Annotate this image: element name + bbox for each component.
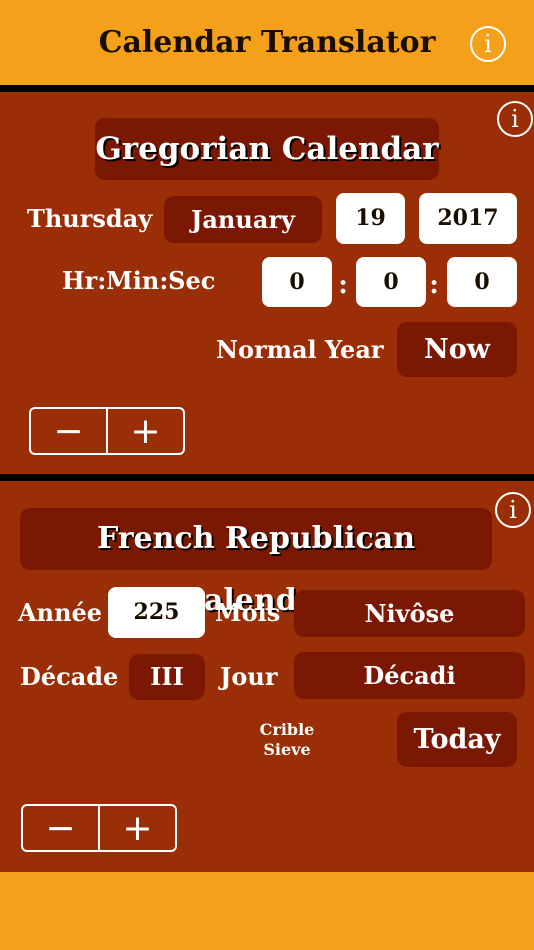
mois-label: Mois (215, 598, 281, 627)
decrement-button[interactable]: − (31, 409, 106, 453)
app-title: Calendar Translator (98, 25, 436, 60)
gregorian-stepper: − + (29, 407, 185, 455)
time-separator: : (338, 270, 348, 300)
today-button[interactable]: Today (397, 712, 517, 767)
decade-label: Décade (20, 662, 119, 691)
second-field[interactable]: 0 (447, 257, 517, 307)
gregorian-title: Gregorian Calendar (95, 118, 439, 180)
day-name: Crible Sieve (237, 720, 337, 760)
hour-field[interactable]: 0 (262, 257, 332, 307)
time-label: Hr:Min:Sec (62, 266, 216, 295)
republican-stepper: − + (21, 804, 177, 852)
jour-select[interactable]: Décadi (294, 652, 525, 699)
year-type-label: Normal Year (216, 335, 384, 364)
annee-field[interactable]: 225 (108, 587, 205, 638)
republican-info-icon[interactable]: i (495, 492, 531, 528)
decade-select[interactable]: III (129, 654, 205, 700)
increment-button[interactable]: + (98, 806, 175, 850)
year-field[interactable]: 2017 (419, 193, 517, 244)
day-name-en: Sieve (263, 740, 311, 759)
gregorian-info-icon[interactable]: i (497, 101, 533, 137)
day-field[interactable]: 19 (336, 193, 405, 244)
decrement-button[interactable]: − (23, 806, 98, 850)
republican-title: French Republican Calendar (20, 508, 492, 618)
now-button[interactable]: Now (397, 322, 517, 377)
divider (0, 474, 534, 481)
info-icon[interactable]: i (470, 26, 506, 62)
month-select[interactable]: January (164, 196, 322, 243)
time-separator: : (429, 270, 439, 300)
footer-bar (0, 872, 534, 950)
increment-button[interactable]: + (106, 409, 183, 453)
day-name-fr: Crible (259, 720, 315, 739)
jour-label: Jour (220, 662, 278, 691)
divider (0, 85, 534, 92)
annee-label: Année (18, 598, 103, 627)
minute-field[interactable]: 0 (356, 257, 426, 307)
weekday-label: Thursday (27, 204, 153, 233)
mois-select[interactable]: Nivôse (294, 590, 525, 637)
